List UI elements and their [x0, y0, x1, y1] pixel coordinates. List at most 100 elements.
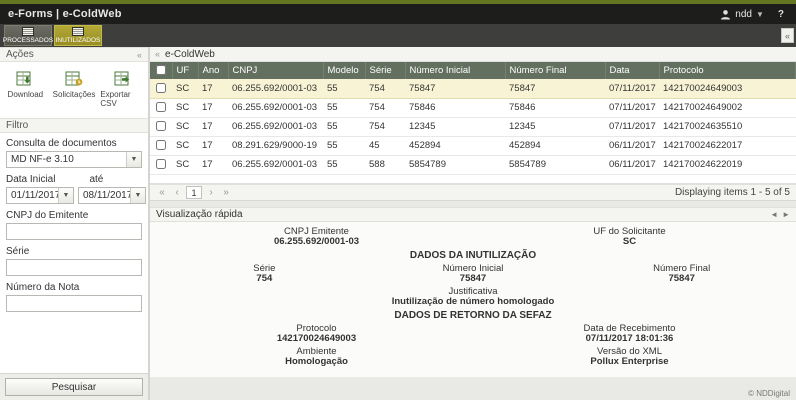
copyright-text: © NDDigital: [748, 389, 790, 398]
tab-processados-label: PROCESSADOS: [3, 37, 53, 44]
cell-numero-inicial: 452894: [405, 136, 505, 155]
data-final-picker[interactable]: 08/11/2017 ▼: [78, 187, 146, 204]
current-page-indicator: 1: [186, 186, 202, 199]
cell-uf: SC: [172, 117, 198, 136]
cell-serie: 45: [365, 136, 405, 155]
cell-cnpj: 06.255.692/0001-03: [228, 155, 323, 174]
chevron-down-icon: ▼: [130, 188, 145, 203]
data-inicial-label: Data Inicial: [6, 174, 55, 185]
cell-modelo: 55: [323, 79, 365, 98]
qv-inutilizacao-header: DADOS DA INUTILIZAÇÃO: [160, 250, 786, 262]
col-header-protocolo[interactable]: Protocolo: [659, 62, 796, 79]
actions-section-header: Ações «: [0, 47, 148, 62]
qv-numero-final-value: 75847: [577, 274, 786, 285]
collapse-header-button[interactable]: «: [781, 28, 794, 43]
filter-section-header: Filtro: [0, 118, 148, 133]
col-header-ano[interactable]: Ano: [198, 62, 228, 79]
cell-serie: 754: [365, 98, 405, 117]
cell-data: 07/11/2017: [605, 79, 659, 98]
first-page-button[interactable]: «: [156, 187, 168, 198]
col-header-numero-inicial[interactable]: Número Inicial: [405, 62, 505, 79]
cell-serie: 754: [365, 79, 405, 98]
cell-numero-inicial: 12345: [405, 117, 505, 136]
serie-label: Série: [6, 246, 142, 257]
prev-page-button[interactable]: ‹: [171, 187, 183, 198]
actions-toolbar: Download Solicitações Exportar C: [0, 62, 148, 118]
cell-protocolo: 142170024622017: [659, 136, 796, 155]
cell-modelo: 55: [323, 155, 365, 174]
chevron-down-icon: ▼: [126, 152, 141, 167]
pesquisar-button[interactable]: Pesquisar: [5, 378, 143, 396]
solicitacoes-label: Solicitações: [53, 90, 96, 99]
col-header-data[interactable]: Data: [605, 62, 659, 79]
help-button[interactable]: ?: [774, 9, 788, 20]
select-all-checkbox[interactable]: [156, 65, 166, 75]
data-final-value: 08/11/2017: [79, 190, 130, 201]
cell-modelo: 55: [323, 117, 365, 136]
table-row[interactable]: SC 17 08.291.629/9000-19 55 45 452894 45…: [150, 136, 796, 155]
col-header-uf[interactable]: UF: [172, 62, 198, 79]
qv-numero-inicial-value: 75847: [369, 274, 578, 285]
row-checkbox[interactable]: [156, 140, 166, 150]
spreadsheet-export-icon: [114, 71, 132, 87]
previous-record-icon[interactable]: ◄: [770, 210, 778, 219]
data-inicial-value: 01/11/2017: [7, 190, 58, 201]
table-row[interactable]: SC 17 06.255.692/0001-03 55 754 75847 75…: [150, 79, 796, 98]
download-label: Download: [8, 90, 44, 99]
col-header-cnpj[interactable]: CNPJ: [228, 62, 323, 79]
download-button[interactable]: Download: [2, 67, 49, 112]
table-row[interactable]: SC 17 06.255.692/0001-03 55 754 12345 12…: [150, 117, 796, 136]
qv-ambiente-value: Homologação: [160, 357, 473, 368]
data-inicial-picker[interactable]: 01/11/2017 ▼: [6, 187, 74, 204]
results-table: UF Ano CNPJ Modelo Série Número Inicial …: [150, 62, 796, 175]
next-record-icon[interactable]: ►: [782, 210, 790, 219]
qv-justificativa-value: Inutilização de número homologado: [160, 297, 786, 308]
row-checkbox[interactable]: [156, 159, 166, 169]
cnpj-emitente-label: CNPJ do Emitente: [6, 210, 142, 221]
qv-recebimento-value: 07/11/2017 18:01:36: [473, 334, 786, 345]
cell-ano: 17: [198, 136, 228, 155]
col-header-modelo[interactable]: Modelo: [323, 62, 365, 79]
cell-uf: SC: [172, 98, 198, 117]
cell-cnpj: 08.291.629/9000-19: [228, 136, 323, 155]
qv-uf-value: SC: [473, 237, 786, 248]
numero-nota-label: Número da Nota: [6, 282, 142, 293]
cell-ano: 17: [198, 117, 228, 136]
qv-protocolo-value: 142170024649003: [160, 334, 473, 345]
row-checkbox[interactable]: [156, 83, 166, 93]
documents-icon: [22, 27, 34, 36]
cell-cnpj: 06.255.692/0001-03: [228, 117, 323, 136]
quickview-panel: CNPJ Emitente 06.255.692/0001-03 UF do S…: [150, 222, 796, 377]
col-header-serie[interactable]: Série: [365, 62, 405, 79]
cell-serie: 754: [365, 117, 405, 136]
table-row[interactable]: SC 17 06.255.692/0001-03 55 754 75846 75…: [150, 98, 796, 117]
row-checkbox[interactable]: [156, 102, 166, 112]
solicitacoes-button[interactable]: Solicitações: [51, 67, 98, 112]
consulta-documentos-select[interactable]: MD NF-e 3.10 ▼: [6, 151, 142, 168]
tab-processados[interactable]: PROCESSADOS: [4, 25, 52, 46]
numero-nota-input[interactable]: [6, 295, 142, 312]
pagination-bar: « ‹ 1 › » Displaying items 1 - 5 of 5: [150, 184, 796, 201]
cell-ano: 17: [198, 155, 228, 174]
cnpj-emitente-input[interactable]: [6, 223, 142, 240]
last-page-button[interactable]: »: [220, 187, 232, 198]
export-csv-button[interactable]: Exportar CSV: [99, 67, 146, 112]
cell-numero-final: 12345: [505, 117, 605, 136]
row-checkbox[interactable]: [156, 121, 166, 131]
user-menu[interactable]: ndd ▼: [720, 9, 764, 20]
table-row[interactable]: SC 17 06.255.692/0001-03 55 588 5854789 …: [150, 155, 796, 174]
cell-cnpj: 06.255.692/0001-03: [228, 79, 323, 98]
serie-input[interactable]: [6, 259, 142, 276]
collapse-panel-icon[interactable]: «: [155, 49, 160, 59]
sidebar-footer: Pesquisar: [0, 373, 148, 400]
collapse-sidebar-icon[interactable]: «: [137, 50, 142, 60]
tab-bar: PROCESSADOS INUTILIZADOS «: [0, 24, 796, 47]
col-header-numero-final[interactable]: Número Final: [505, 62, 605, 79]
cell-numero-inicial: 5854789: [405, 155, 505, 174]
main-panel: « e-ColdWeb UF Ano CNPJ Modelo Série: [150, 47, 796, 400]
cell-protocolo: 142170024622019: [659, 155, 796, 174]
export-csv-label: Exportar CSV: [100, 90, 145, 108]
tab-inutilizados[interactable]: INUTILIZADOS: [54, 25, 102, 46]
ate-label: até: [89, 174, 103, 185]
next-page-button[interactable]: ›: [205, 187, 217, 198]
